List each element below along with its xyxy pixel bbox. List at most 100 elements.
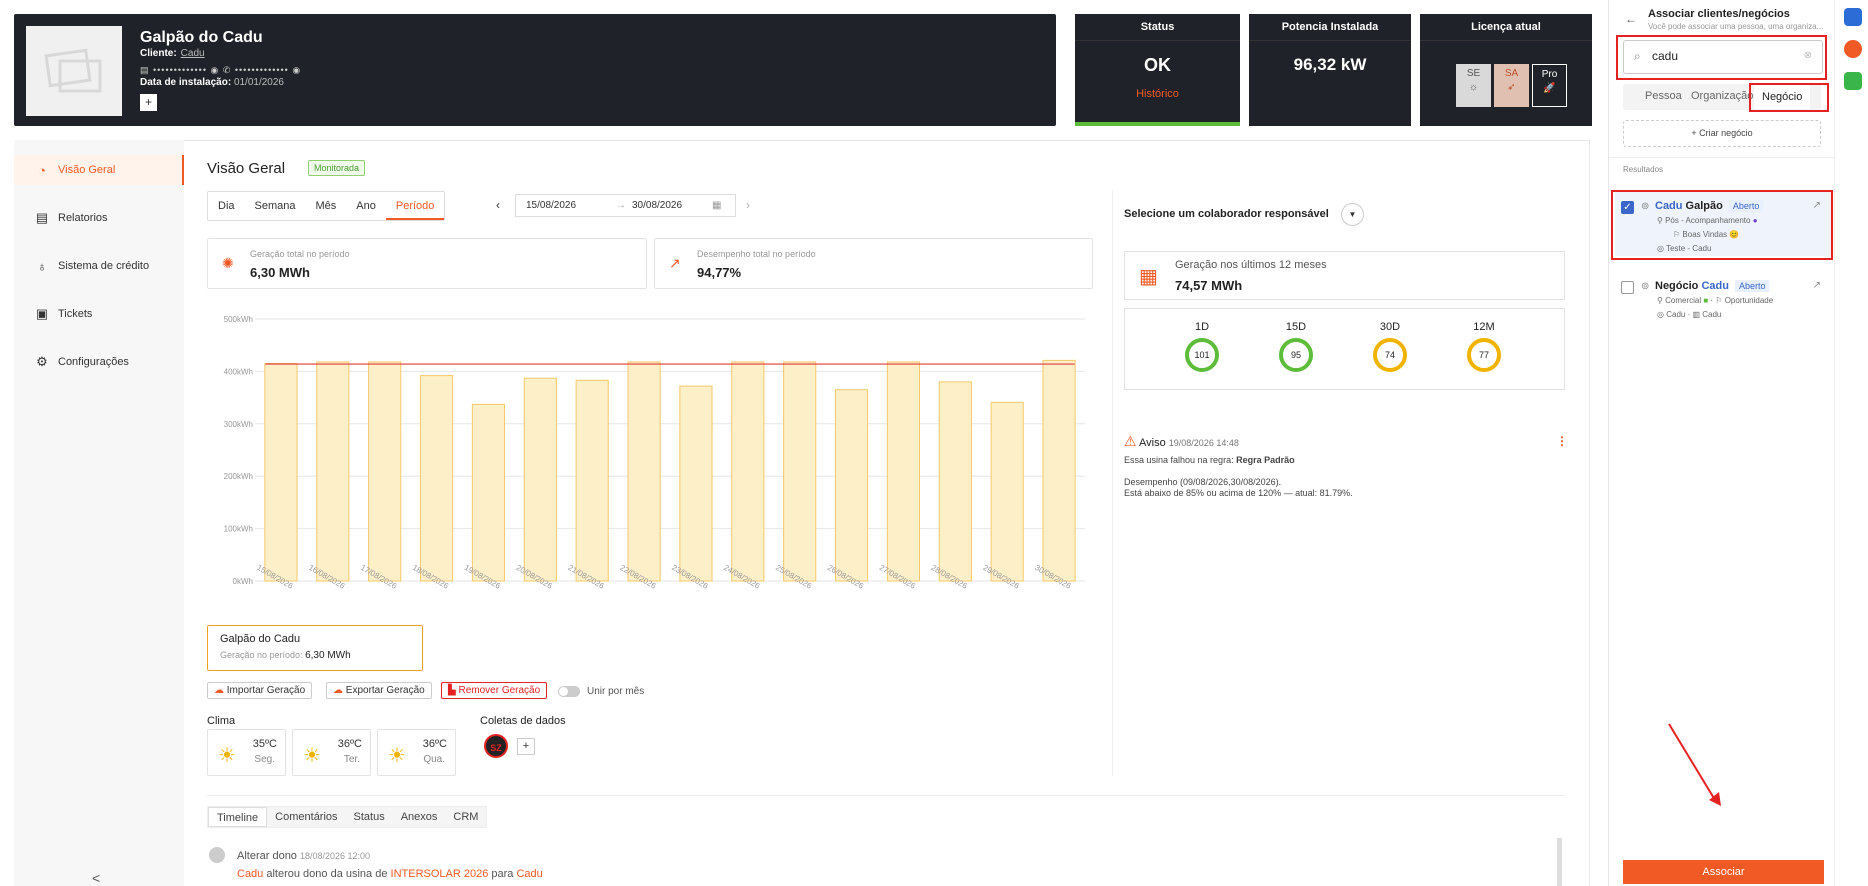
timeline-user[interactable]: Cadu — [516, 868, 542, 880]
remove-generation-button[interactable]: ▙ Remover Geração — [441, 682, 548, 699]
nav-item-relatorios[interactable]: ▤ Relatorios — [14, 203, 184, 233]
tab-dia[interactable]: Dia — [208, 192, 245, 220]
license-pro[interactable]: Pro 🚀 — [1532, 64, 1567, 107]
panel-title: Associar clientes/negócios — [1648, 8, 1790, 20]
next-period-icon[interactable]: › — [746, 198, 750, 212]
warning-rule: Essa usina falhou na regra: Regra Padrão — [1124, 455, 1295, 465]
chart-bar — [523, 377, 557, 582]
weather-card: ☀ 36ºC Qua. — [377, 729, 456, 776]
y-tick-label: 400kWh — [224, 367, 253, 376]
summary-name: Galpão do Cadu — [220, 633, 301, 645]
title-highlight: Cadu — [1701, 280, 1729, 292]
scrollbar[interactable] — [1557, 838, 1562, 886]
open-external-icon[interactable]: ↗ — [1813, 280, 1821, 291]
kpi-label: Desempenho total no período — [697, 249, 816, 259]
associate-panel: ← Associar clientes/negócios Você pode a… — [1608, 0, 1835, 886]
back-arrow-icon[interactable]: ← — [1625, 12, 1637, 26]
gen-value: 74,57 MWh — [1175, 278, 1243, 293]
tab-timeline[interactable]: Timeline — [208, 807, 268, 827]
tab-mes[interactable]: Mês — [306, 192, 347, 220]
timeline-text: alterou dono da usina de — [263, 868, 391, 880]
power-title: Potencia Instalada — [1281, 21, 1379, 33]
column-divider — [1112, 190, 1113, 776]
tab-anexos[interactable]: Anexos — [393, 807, 446, 827]
license-se[interactable]: SE ☼ — [1456, 64, 1491, 107]
chart-remove-icon: ▙ — [448, 685, 456, 696]
app-icon-2[interactable] — [1844, 40, 1862, 58]
tab-pessoa[interactable]: Pessoa — [1645, 90, 1682, 102]
chart-bar — [834, 389, 869, 582]
masked-contacts[interactable]: ▤ ••••••••••••• ◉ ✆ ••••••••••••• ◉ — [140, 65, 301, 76]
chart-bar — [731, 361, 765, 582]
user-icon: ◎ — [1657, 310, 1664, 319]
plant-header: Galpão do Cadu Cliente: Cadu ▤ ••••••••••… — [14, 14, 1056, 126]
client-link[interactable]: Cadu — [181, 48, 205, 59]
generation-chart: 0kWh100kWh200kWh300kWh400kWh500kWh15/08/… — [224, 315, 1085, 591]
plant-summary-card[interactable]: Galpão do Cadu Geração no período: 6,30 … — [207, 625, 423, 671]
perf-ring: 77 — [1467, 338, 1501, 372]
chart-bar — [264, 363, 298, 582]
datalogger-logo[interactable]: SZ — [484, 734, 508, 758]
y-tick-label: 0kWh — [233, 577, 253, 586]
date-from[interactable]: 15/08/2026 — [526, 200, 616, 211]
nav-item-tickets[interactable]: ▣ Tickets — [14, 299, 184, 329]
nav-item-sistema-credito[interactable]: ♁ Sistema de crédito — [14, 251, 184, 281]
associate-button[interactable]: Associar — [1623, 860, 1824, 884]
nav-item-visao-geral[interactable]: ◔ Visão Geral — [14, 155, 184, 185]
highlight-box — [1611, 190, 1833, 260]
date-to[interactable]: 30/08/2026 — [632, 200, 712, 211]
chart-bar — [990, 401, 1024, 582]
result-item[interactable]: ⊚ Negócio Cadu Aberto ↗ ⚲ Comercial ■ · ⚐… — [1615, 272, 1831, 336]
merge-by-month-toggle[interactable] — [558, 686, 580, 697]
tab-periodo[interactable]: Período — [385, 192, 445, 220]
timeline-title: Alterar dono — [237, 850, 297, 862]
create-deal-button[interactable]: + Criar negócio — [1623, 120, 1821, 147]
app-icon-1[interactable] — [1844, 8, 1862, 26]
sun-icon: ☀ — [388, 745, 406, 767]
install-date: 01/01/2026 — [233, 77, 284, 88]
gear-icon: ⚙ — [36, 354, 48, 369]
app-icon-3[interactable] — [1844, 72, 1862, 90]
export-generation-button[interactable]: ☁ Exportar Geração — [326, 682, 432, 699]
collapse-nav-button[interactable]: < — [92, 870, 100, 886]
tab-organizacao[interactable]: Organização — [1691, 90, 1753, 102]
owner-line: ◎ Cadu · ▥ Cadu — [1657, 310, 1722, 319]
timeline-plant[interactable]: INTERSOLAR 2026 — [391, 868, 489, 880]
history-link[interactable]: Histórico — [1075, 88, 1240, 100]
nav-item-configuracoes[interactable]: ⚙ Configurações — [14, 347, 184, 377]
date-range-picker[interactable]: 15/08/2026 → 30/08/2026 ▦ — [515, 194, 736, 217]
warning-line-2: Está abaixo de 85% ou acima de 120% — at… — [1124, 488, 1353, 498]
checkbox[interactable] — [1621, 281, 1634, 294]
status-card: Status OK Histórico — [1075, 14, 1240, 126]
cloud-download-icon: ☁ — [333, 685, 343, 696]
plant-photo-placeholder — [26, 26, 122, 116]
tab-semana[interactable]: Semana — [245, 192, 306, 220]
import-generation-button[interactable]: ☁ Importar Geração — [207, 682, 313, 699]
timeline-entry-title: Alterar dono 18/08/2026 12:00 — [237, 850, 370, 862]
avatar — [209, 847, 225, 863]
highlight-box — [1749, 83, 1829, 112]
calendar-icon: ▦ — [712, 200, 722, 211]
bottom-tabs: Timeline Comentários Status Anexos CRM — [207, 806, 488, 828]
result-title: Negócio Cadu Aberto — [1655, 280, 1770, 292]
warning-time: 19/08/2026 14:48 — [1168, 438, 1239, 448]
tab-ano[interactable]: Ano — [346, 192, 386, 220]
generation-12m-card: ▦ Geração nos últimos 12 meses 74,57 MWh — [1124, 251, 1565, 300]
timeline-user[interactable]: Cadu — [237, 868, 263, 880]
add-button[interactable]: + — [140, 94, 157, 111]
tab-status[interactable]: Status — [346, 807, 393, 827]
add-datalogger-button[interactable]: + — [517, 738, 535, 755]
perf-label: 15D — [1285, 321, 1307, 333]
flag-icon: ⚐ — [1715, 296, 1723, 305]
install-date-row: Data de instalação: 01/01/2026 — [140, 77, 284, 88]
summary-value: 6,30 MWh — [305, 650, 351, 661]
chart-bar — [783, 361, 817, 582]
prev-period-icon[interactable]: ‹ — [496, 198, 500, 212]
weather-card: ☀ 36ºC Ter. — [292, 729, 371, 776]
coletas-label: Coletas de dados — [480, 715, 566, 727]
tab-crm[interactable]: CRM — [445, 807, 486, 827]
tab-comentarios[interactable]: Comentários — [267, 807, 345, 827]
more-options-icon[interactable]: ⋮ — [1556, 434, 1568, 448]
license-sa[interactable]: SA ➶ — [1494, 64, 1529, 107]
chevron-down-icon[interactable]: ▼ — [1341, 203, 1364, 226]
